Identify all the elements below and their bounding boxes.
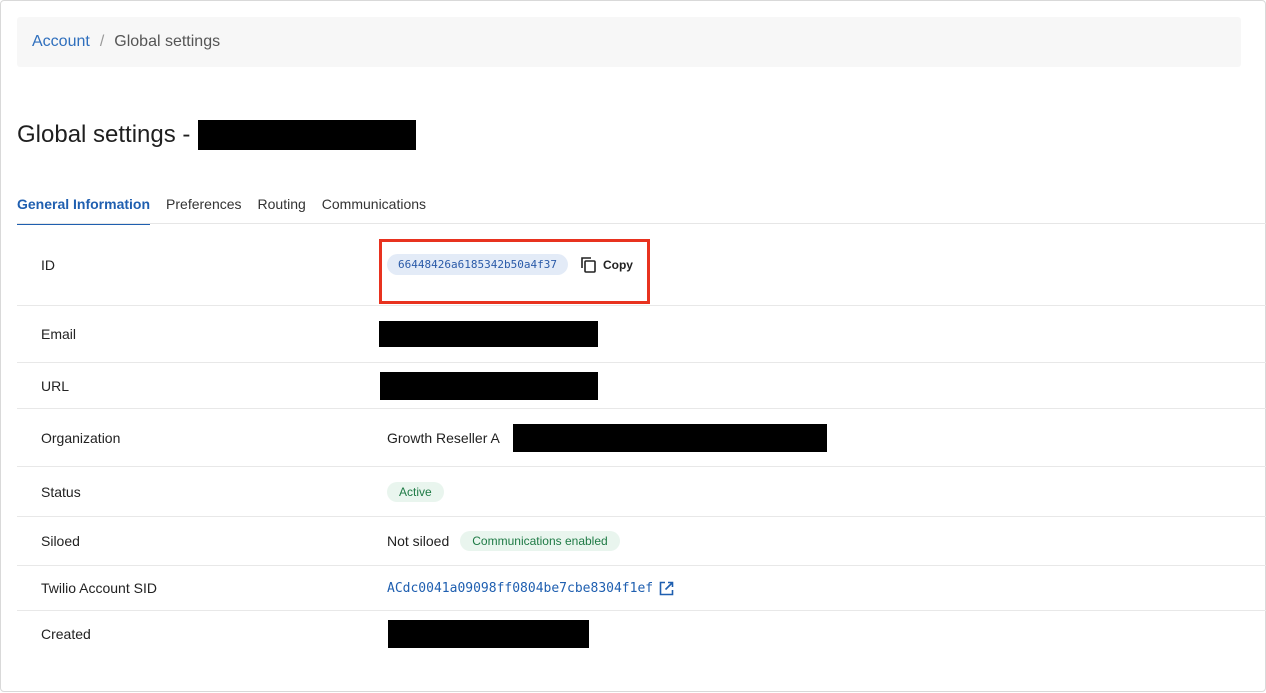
row-id: ID 66448426a6185342b50a4f37 Copy bbox=[17, 224, 1266, 306]
row-siloed: Siloed Not siloed Communications enabled bbox=[17, 517, 1266, 566]
breadcrumb-separator: / bbox=[99, 33, 105, 50]
tab-general-information[interactable]: General Information bbox=[17, 187, 151, 225]
row-url: URL bbox=[17, 363, 1266, 409]
page-title-text: Global settings - bbox=[17, 121, 191, 148]
status-value: Active bbox=[387, 481, 444, 502]
tab-routing[interactable]: Routing bbox=[258, 187, 306, 225]
organization-value: Growth Reseller A bbox=[387, 423, 827, 452]
breadcrumb-current: Global settings bbox=[114, 33, 221, 50]
tab-communications[interactable]: Communications bbox=[322, 187, 426, 225]
siloed-text: Not siloed bbox=[387, 533, 450, 549]
row-created: Created bbox=[17, 611, 1266, 657]
copy-label: Copy bbox=[602, 257, 633, 272]
created-value bbox=[388, 620, 589, 648]
id-label: ID bbox=[41, 256, 55, 273]
organization-name: Growth Reseller A bbox=[387, 429, 500, 446]
twilio-sid-label: Twilio Account SID bbox=[41, 580, 157, 596]
row-email: Email bbox=[17, 306, 1266, 363]
breadcrumb: Account / Global settings bbox=[17, 17, 1241, 67]
general-info-table: ID 66448426a6185342b50a4f37 Copy Email U… bbox=[17, 224, 1266, 657]
url-label: URL bbox=[41, 377, 70, 394]
row-organization: Organization Growth Reseller A bbox=[17, 409, 1266, 467]
created-label: Created bbox=[41, 626, 91, 642]
redacted-email bbox=[379, 321, 598, 347]
id-value: 66448426a6185342b50a4f37 Copy bbox=[387, 254, 633, 275]
redacted-account-name bbox=[198, 120, 417, 150]
email-label: Email bbox=[41, 326, 77, 342]
status-label: Status bbox=[41, 483, 81, 500]
status-badge: Active bbox=[387, 481, 444, 502]
breadcrumb-account-link[interactable]: Account bbox=[32, 33, 90, 51]
row-twilio-sid: Twilio Account SID ACdc0041a09098ff0804b… bbox=[17, 566, 1266, 611]
siloed-label: Siloed bbox=[41, 533, 80, 549]
page-frame: Account / Global settings Global setting… bbox=[0, 0, 1266, 692]
twilio-sid-link[interactable]: ACdc0041a09098ff0804be7cbe8304f1ef bbox=[387, 581, 653, 596]
copy-icon bbox=[580, 256, 597, 273]
redacted-url bbox=[380, 371, 598, 400]
external-link-icon[interactable] bbox=[658, 580, 675, 597]
id-chip: 66448426a6185342b50a4f37 bbox=[387, 254, 568, 275]
siloed-value: Not siloed Communications enabled bbox=[387, 531, 620, 551]
redacted-organization bbox=[512, 423, 827, 452]
tab-preferences[interactable]: Preferences bbox=[166, 187, 241, 225]
url-value bbox=[380, 371, 598, 400]
organization-label: Organization bbox=[41, 429, 121, 446]
redacted-created bbox=[388, 620, 589, 648]
email-value bbox=[379, 321, 598, 347]
twilio-sid-value: ACdc0041a09098ff0804be7cbe8304f1ef bbox=[387, 580, 675, 597]
page-title: Global settings - bbox=[17, 120, 417, 150]
communications-badge: Communications enabled bbox=[460, 531, 620, 551]
copy-id-button[interactable]: Copy bbox=[580, 256, 633, 273]
row-status: Status Active bbox=[17, 467, 1266, 517]
tab-bar: General Information Preferences Routing … bbox=[17, 187, 442, 225]
